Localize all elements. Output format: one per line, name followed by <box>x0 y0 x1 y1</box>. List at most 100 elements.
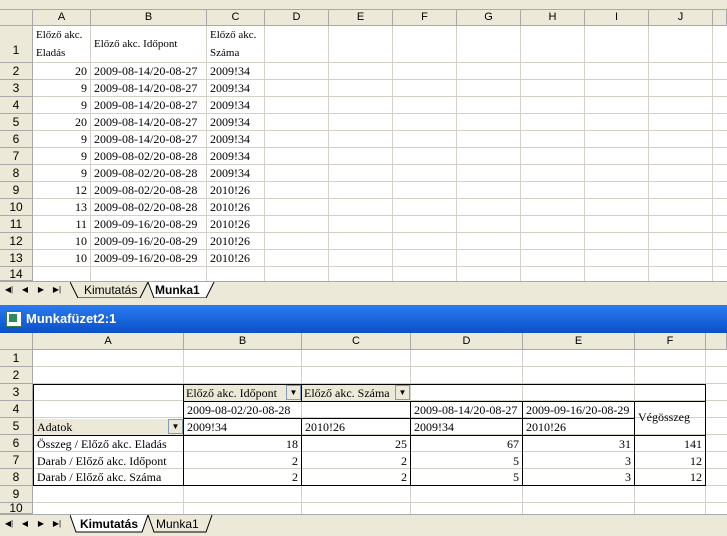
cell-b9[interactable]: 2009-08-02/20-08-28 <box>91 182 207 199</box>
pivot-total-value[interactable]: 12 <box>635 469 705 486</box>
row-header-8[interactable]: 8 <box>0 165 33 182</box>
column-header-h[interactable]: H <box>521 9 585 26</box>
pivot-value[interactable]: 3 <box>523 469 634 486</box>
column-header-e[interactable]: E <box>329 9 393 26</box>
column-header-d[interactable]: D <box>411 333 523 350</box>
column-header-b[interactable]: B <box>184 333 302 350</box>
column-header-a[interactable]: A <box>33 333 184 350</box>
cell-c9[interactable]: 2010!26 <box>207 182 265 199</box>
cell-b3[interactable]: 2009-08-14/20-08-27 <box>91 80 207 97</box>
cell-b13[interactable]: 2009-09-16/20-08-29 <box>91 250 207 267</box>
row-header-10[interactable]: 10 <box>0 199 33 216</box>
last-sheet-icon[interactable]: ▶| <box>52 518 62 530</box>
cell-a4[interactable]: 9 <box>33 97 90 114</box>
cell-b5[interactable]: 2009-08-14/20-08-27 <box>91 114 207 131</box>
pivot-value[interactable]: 5 <box>411 453 522 470</box>
cell-b12[interactable]: 2009-09-16/20-08-29 <box>91 233 207 250</box>
row-header-3[interactable]: 3 <box>0 80 33 97</box>
cell-b11[interactable]: 2009-09-16/20-08-29 <box>91 216 207 233</box>
cell-a11[interactable]: 11 <box>33 216 90 233</box>
pivot-total-value[interactable]: 141 <box>635 436 705 453</box>
column-header-g[interactable]: G <box>457 9 521 26</box>
pivot-sub-2[interactable]: 2010!26 <box>302 419 410 436</box>
cell-c5[interactable]: 2009!34 <box>207 114 265 131</box>
dropdown-arrow-icon[interactable]: ▼ <box>395 385 410 400</box>
column-header-f[interactable]: F <box>393 9 457 26</box>
row-header-14[interactable]: 14 <box>0 267 33 281</box>
pivot-data-field[interactable]: Adatok <box>34 419 183 435</box>
row-header-5[interactable]: 5 <box>0 418 33 435</box>
cell-c2[interactable]: 2009!34 <box>207 63 265 80</box>
column-header-c[interactable]: C <box>302 333 411 350</box>
cell-c10[interactable]: 2010!26 <box>207 199 265 216</box>
column-header-i[interactable]: I <box>585 9 649 26</box>
cell-a10[interactable]: 13 <box>33 199 90 216</box>
dropdown-arrow-icon[interactable]: ▼ <box>168 419 183 434</box>
cell-a8[interactable]: 9 <box>33 165 90 182</box>
row-header-4[interactable]: 4 <box>0 97 33 114</box>
row-header-8[interactable]: 8 <box>0 469 33 486</box>
pivot-date-1[interactable]: 2009-08-02/20-08-28 <box>184 402 410 419</box>
dropdown-arrow-icon[interactable]: ▼ <box>286 385 301 400</box>
row-header-7[interactable]: 7 <box>0 148 33 165</box>
first-sheet-icon[interactable]: ◀| <box>4 518 14 530</box>
pivot-value[interactable]: 31 <box>523 436 634 453</box>
pivot-field-idopont[interactable]: Előző akc. Időpont <box>184 385 301 401</box>
column-header-j[interactable]: J <box>649 9 713 26</box>
row-header-4[interactable]: 4 <box>0 401 33 418</box>
pivot-value[interactable]: 18 <box>184 436 301 453</box>
tab-munka1[interactable]: Munka1 <box>156 517 199 531</box>
row-header-10[interactable]: 10 <box>0 502 33 514</box>
prev-sheet-icon[interactable]: ◀ <box>20 518 30 530</box>
pivot-value[interactable]: 5 <box>411 469 522 486</box>
column-header-a[interactable]: A <box>33 9 91 26</box>
header-cell-c1[interactable]: Előző akc. Száma <box>207 26 265 62</box>
row-header-9[interactable]: 9 <box>0 182 33 199</box>
cell-a2[interactable]: 20 <box>33 63 90 80</box>
cell-b6[interactable]: 2009-08-14/20-08-27 <box>91 131 207 148</box>
pivot-sub-3[interactable]: 2009!34 <box>411 419 522 436</box>
pivot-total-value[interactable]: 12 <box>635 453 705 470</box>
pivot-value[interactable]: 2 <box>302 453 410 470</box>
column-header-e[interactable]: E <box>523 333 635 350</box>
pivot-value[interactable]: 25 <box>302 436 410 453</box>
cell-b10[interactable]: 2009-08-02/20-08-28 <box>91 199 207 216</box>
cell-c4[interactable]: 2009!34 <box>207 97 265 114</box>
cell-b7[interactable]: 2009-08-02/20-08-28 <box>91 148 207 165</box>
cell-a3[interactable]: 9 <box>33 80 90 97</box>
header-cell-b1[interactable]: Előző akc. Időpont <box>91 26 207 62</box>
row-header-1[interactable]: 1 <box>0 26 33 63</box>
row-header-2[interactable]: 2 <box>0 367 33 384</box>
pivot-value[interactable]: 3 <box>523 453 634 470</box>
pivot-value[interactable]: 67 <box>411 436 522 453</box>
window-title-bar[interactable]: Munkafüzet2:1 <box>0 305 727 333</box>
row-header-12[interactable]: 12 <box>0 233 33 250</box>
cell-a9[interactable]: 12 <box>33 182 90 199</box>
next-sheet-icon[interactable]: ▶ <box>36 284 46 296</box>
tab-kimutatas[interactable]: Kimutatás <box>80 517 138 531</box>
cell-c8[interactable]: 2009!34 <box>207 165 265 182</box>
pivot-row-label[interactable]: Összeg / Előző akc. Eladás <box>34 436 183 453</box>
cell-c3[interactable]: 2009!34 <box>207 80 265 97</box>
row-header-7[interactable]: 7 <box>0 452 33 469</box>
pivot-field-szama[interactable]: Előző akc. Száma <box>302 385 410 401</box>
cell-c12[interactable]: 2010!26 <box>207 233 265 250</box>
column-header-c[interactable]: C <box>207 9 265 26</box>
row-header-11[interactable]: 11 <box>0 216 33 233</box>
pivot-value[interactable]: 2 <box>184 453 301 470</box>
cell-a12[interactable]: 10 <box>33 233 90 250</box>
last-sheet-icon[interactable]: ▶| <box>52 284 62 296</box>
pivot-value[interactable]: 2 <box>302 469 410 486</box>
tab-munka1[interactable]: Munka1 <box>155 283 200 297</box>
top-sheet-grid[interactable]: A B C D E F G H I J 1 2 3 4 5 6 7 8 9 10… <box>0 0 727 281</box>
cell-a6[interactable]: 9 <box>33 131 90 148</box>
cell-a5[interactable]: 20 <box>33 114 90 131</box>
first-sheet-icon[interactable]: ◀| <box>4 284 14 296</box>
pivot-row-label[interactable]: Darab / Előző akc. Száma <box>34 469 183 486</box>
column-header-d[interactable]: D <box>265 9 329 26</box>
tab-kimutatas[interactable]: Kimutatás <box>84 283 137 297</box>
cell-a13[interactable]: 10 <box>33 250 90 267</box>
cell-b4[interactable]: 2009-08-14/20-08-27 <box>91 97 207 114</box>
select-all-corner[interactable] <box>0 333 33 350</box>
cell-c13[interactable]: 2010!26 <box>207 250 265 267</box>
